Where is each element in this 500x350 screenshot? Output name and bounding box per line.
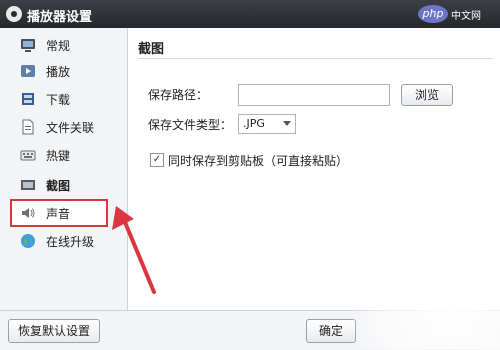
settings-window: 播放器设置 php 中文网 常规 播放 下载 文件关联 热键 截图 声音 在线升…	[0, 0, 500, 350]
annotation-arrow-icon	[112, 206, 156, 294]
